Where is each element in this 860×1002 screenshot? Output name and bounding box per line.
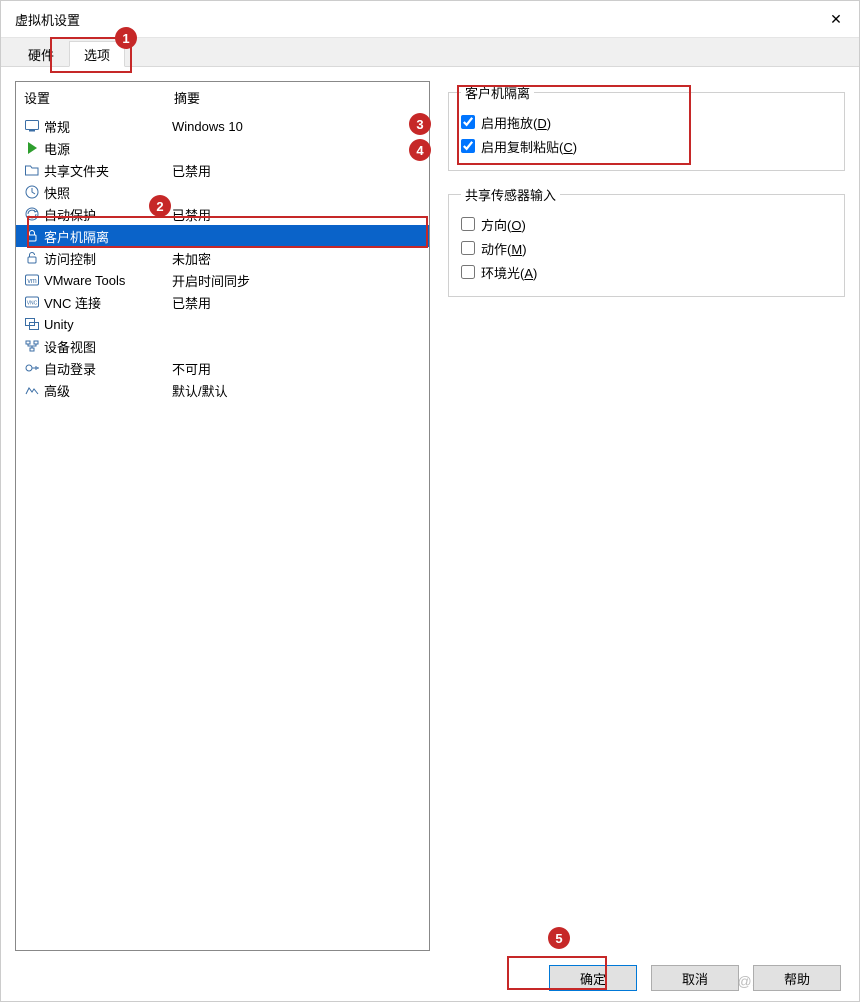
tab-hardware[interactable]: 硬件 xyxy=(13,41,69,67)
settings-row[interactable]: 高级默认/默认 xyxy=(16,379,429,401)
settings-row-name: 常规 xyxy=(42,117,172,136)
checkbox-enable-copypaste[interactable] xyxy=(461,139,475,153)
autologin-icon xyxy=(22,360,42,376)
settings-row-summary: 已禁用 xyxy=(172,161,423,180)
group-guest-isolation-legend: 客户机隔离 xyxy=(461,83,534,102)
titlebar: 虚拟机设置 xyxy=(1,1,859,37)
checkbox-label-motion: 动作(M) xyxy=(481,239,527,258)
settings-row[interactable]: 常规Windows 10 xyxy=(16,115,429,137)
close-icon xyxy=(830,11,842,28)
vmtools-icon: vm xyxy=(22,272,42,288)
checkbox-label-dragdrop: 启用拖放(D) xyxy=(481,113,551,132)
settings-list[interactable]: 常规Windows 10电源共享文件夹已禁用快照自动保护已禁用客户机隔离访问控制… xyxy=(16,115,429,401)
settings-row-name: 访问控制 xyxy=(42,249,172,268)
settings-row-name: VNC 连接 xyxy=(42,293,172,312)
checkbox-row-ambient: 环境光(A) xyxy=(461,260,832,284)
checkbox-motion[interactable] xyxy=(461,241,475,255)
settings-row-summary: 已禁用 xyxy=(172,205,423,224)
settings-row[interactable]: 电源 xyxy=(16,137,429,159)
settings-row-summary: Windows 10 xyxy=(172,119,423,134)
details-pane: 客户机隔离 启用拖放(D) 启用复制粘贴(C) 共享传感器输入 xyxy=(430,81,845,951)
tabstrip: 硬件 选项 xyxy=(1,37,859,67)
guest-iso-icon xyxy=(22,228,42,244)
checkbox-label-orientation: 方向(O) xyxy=(481,215,526,234)
advanced-icon xyxy=(22,382,42,398)
shared-folder-icon xyxy=(22,162,42,178)
settings-row[interactable]: 设备视图 xyxy=(16,335,429,357)
ok-button[interactable]: 确定 xyxy=(549,965,637,991)
settings-row-name: 高级 xyxy=(42,381,172,400)
settings-row-summary: 未加密 xyxy=(172,249,423,268)
device-view-icon xyxy=(22,338,42,354)
checkbox-row-motion: 动作(M) xyxy=(461,236,832,260)
window-title: 虚拟机设置 xyxy=(15,10,80,29)
settings-row[interactable]: 共享文件夹已禁用 xyxy=(16,159,429,181)
power-icon xyxy=(22,140,42,156)
settings-row[interactable]: vm VMware Tools开启时间同步 xyxy=(16,269,429,291)
settings-row[interactable]: 自动保护已禁用 xyxy=(16,203,429,225)
unity-icon xyxy=(22,316,42,332)
vnc-icon: VNC xyxy=(22,294,42,310)
settings-row-name: VMware Tools xyxy=(42,273,172,288)
access-ctrl-icon xyxy=(22,250,42,266)
button-bar: 确定 取消 帮助 xyxy=(549,965,841,991)
group-guest-isolation: 客户机隔离 启用拖放(D) 启用复制粘贴(C) xyxy=(448,83,845,171)
checkbox-row-copypaste: 启用复制粘贴(C) xyxy=(461,134,832,158)
settings-row[interactable]: 快照 xyxy=(16,181,429,203)
column-summary: 摘要 xyxy=(174,88,421,107)
settings-row[interactable]: VNC VNC 连接已禁用 xyxy=(16,291,429,313)
vm-settings-window: 虚拟机设置 硬件 选项 设置 摘要 常规Windows 10电源共享文件夹已禁用… xyxy=(0,0,860,1002)
checkbox-ambient[interactable] xyxy=(461,265,475,279)
general-icon xyxy=(22,118,42,134)
checkbox-label-copypaste: 启用复制粘贴(C) xyxy=(481,137,577,156)
svg-text:VNC: VNC xyxy=(27,301,38,307)
settings-row[interactable]: 自动登录不可用 xyxy=(16,357,429,379)
settings-row-name: 客户机隔离 xyxy=(42,227,172,246)
checkbox-row-orientation: 方向(O) xyxy=(461,212,832,236)
svg-text:vm: vm xyxy=(27,278,37,285)
settings-row-name: 设备视图 xyxy=(42,337,172,356)
settings-list-header: 设置 摘要 xyxy=(16,88,429,115)
checkbox-enable-dragdrop[interactable] xyxy=(461,115,475,129)
body-area: 设置 摘要 常规Windows 10电源共享文件夹已禁用快照自动保护已禁用客户机… xyxy=(1,67,859,951)
close-button[interactable] xyxy=(813,1,859,37)
settings-list-pane: 设置 摘要 常规Windows 10电源共享文件夹已禁用快照自动保护已禁用客户机… xyxy=(15,81,430,951)
settings-row[interactable]: Unity xyxy=(16,313,429,335)
settings-row-name: Unity xyxy=(42,317,172,332)
tab-options[interactable]: 选项 xyxy=(69,41,125,67)
settings-row[interactable]: 访问控制未加密 xyxy=(16,247,429,269)
cancel-button[interactable]: 取消 xyxy=(651,965,739,991)
settings-row-summary: 开启时间同步 xyxy=(172,271,423,290)
settings-row-name: 快照 xyxy=(42,183,172,202)
group-shared-sensors-legend: 共享传感器输入 xyxy=(461,185,560,204)
settings-row-summary: 默认/默认 xyxy=(172,381,423,400)
group-shared-sensors: 共享传感器输入 方向(O) 动作(M) 环境光(A) xyxy=(448,185,845,297)
column-setting: 设置 xyxy=(24,88,174,107)
settings-row[interactable]: 客户机隔离 xyxy=(16,225,429,247)
settings-row-name: 电源 xyxy=(42,139,172,158)
checkbox-label-ambient: 环境光(A) xyxy=(481,263,537,282)
autoprotect-icon xyxy=(22,206,42,222)
settings-row-summary: 已禁用 xyxy=(172,293,423,312)
settings-row-name: 自动登录 xyxy=(42,359,172,378)
checkbox-orientation[interactable] xyxy=(461,217,475,231)
snapshot-icon xyxy=(22,184,42,200)
settings-row-summary: 不可用 xyxy=(172,359,423,378)
settings-row-name: 共享文件夹 xyxy=(42,161,172,180)
checkbox-row-dragdrop: 启用拖放(D) xyxy=(461,110,832,134)
settings-row-name: 自动保护 xyxy=(42,205,172,224)
help-button[interactable]: 帮助 xyxy=(753,965,841,991)
